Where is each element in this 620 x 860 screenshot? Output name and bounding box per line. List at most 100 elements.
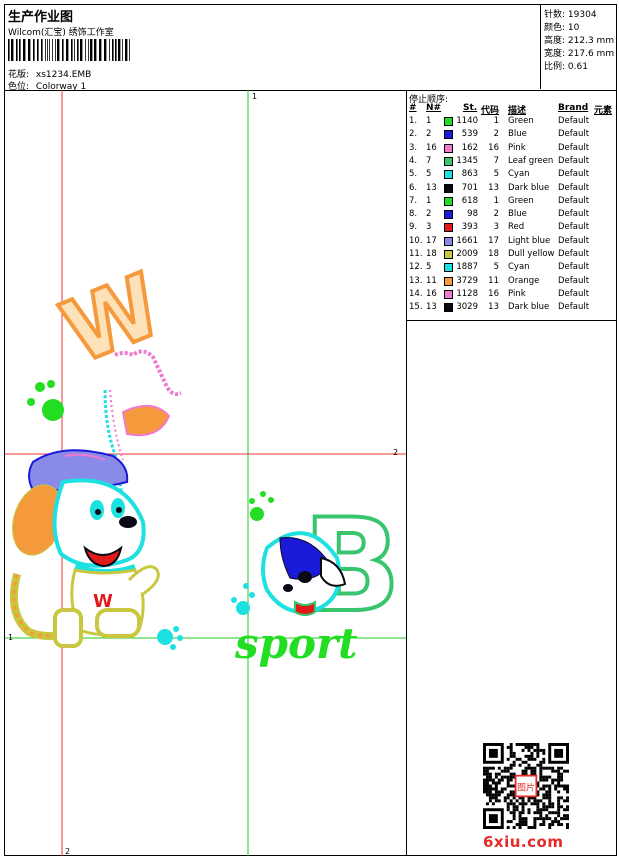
row-stitches: 863 bbox=[461, 169, 478, 180]
sheet-title: 生产作业图 bbox=[8, 10, 74, 25]
row-needle: 2 bbox=[426, 209, 432, 220]
row-needle: 16 bbox=[426, 288, 437, 299]
color-swatch bbox=[444, 210, 453, 220]
row-description: Green bbox=[508, 116, 534, 126]
sport-script: sport bbox=[234, 619, 358, 668]
puppy-nose bbox=[283, 584, 293, 592]
row-needle: 7 bbox=[426, 155, 432, 166]
color-swatch bbox=[444, 223, 453, 233]
row-index: 10. bbox=[409, 235, 423, 246]
color-swatch bbox=[444, 303, 453, 313]
row-code: 13 bbox=[488, 182, 499, 193]
row-stitches: 1661 bbox=[456, 235, 478, 246]
row-code: 18 bbox=[488, 249, 499, 259]
row-stitches: 1140 bbox=[456, 116, 478, 126]
row-stitches: 1887 bbox=[456, 262, 478, 273]
color-swatch bbox=[444, 143, 453, 153]
row-code: 5 bbox=[493, 169, 499, 180]
paw-pad bbox=[250, 507, 264, 521]
paw-dot bbox=[173, 626, 179, 632]
row-index: 15. bbox=[409, 302, 423, 313]
design-stats: 针数: 19304 颜色: 10 高度: 212.3 mm 宽度: 217.6 … bbox=[540, 5, 617, 89]
dog-leg bbox=[53, 608, 83, 648]
paw-dot bbox=[268, 497, 274, 503]
row-index: 2. bbox=[409, 129, 418, 140]
barcode-icon bbox=[8, 39, 130, 61]
row-description: Green bbox=[508, 195, 534, 206]
qr-code-icon: 图片 bbox=[483, 743, 569, 829]
kite-string-pink bbox=[109, 389, 124, 461]
row-brand: Default bbox=[558, 275, 590, 286]
sequence-row: 7. 1 618 1 Green Default bbox=[407, 195, 617, 208]
sequence-row: 3. 16 162 16 Pink Default bbox=[407, 142, 617, 155]
axis-label: 2 bbox=[393, 448, 399, 457]
row-index: 14. bbox=[409, 288, 423, 299]
paw-pad bbox=[236, 601, 250, 615]
paw-dot bbox=[170, 644, 176, 650]
watermark-logo: 6xiu.com bbox=[483, 833, 564, 851]
axis-label: 2 bbox=[65, 847, 71, 856]
row-description: Blue bbox=[508, 209, 527, 220]
row-code: 3 bbox=[493, 222, 499, 233]
row-code: 1 bbox=[493, 116, 499, 126]
row-description: Dark blue bbox=[508, 182, 550, 193]
color-swatch bbox=[444, 289, 453, 299]
paw-dot bbox=[177, 635, 183, 641]
row-brand: Default bbox=[558, 302, 590, 313]
row-stitches: 3029 bbox=[456, 302, 478, 313]
stat-scale: 比例: 0.61 bbox=[544, 62, 588, 72]
paw-pad bbox=[42, 399, 64, 421]
row-description: Cyan bbox=[508, 169, 530, 180]
sequence-row: 9. 3 393 3 Red Default bbox=[407, 221, 617, 234]
row-needle: 13 bbox=[426, 182, 437, 193]
row-code: 2 bbox=[493, 129, 499, 140]
row-brand: Default bbox=[558, 155, 590, 166]
color-swatch bbox=[444, 250, 453, 259]
row-stitches: 1345 bbox=[456, 155, 478, 166]
row-code: 16 bbox=[488, 142, 499, 153]
sequence-row: 4. 7 1345 7 Leaf green Default bbox=[407, 155, 617, 168]
row-index: 6. bbox=[409, 182, 418, 193]
sequence-row: 15. 13 3029 13 Dark blue Default bbox=[407, 301, 617, 314]
sequence-row: 8. 2 98 2 Blue Default bbox=[407, 208, 617, 221]
row-brand: Default bbox=[558, 288, 590, 299]
sequence-row: 5. 5 863 5 Cyan Default bbox=[407, 168, 617, 181]
row-description: Dark blue bbox=[508, 302, 550, 313]
row-needle: 1 bbox=[426, 116, 432, 126]
paw-dot bbox=[27, 398, 35, 406]
row-brand: Default bbox=[558, 129, 590, 140]
row-index: 7. bbox=[409, 195, 418, 206]
company-name: Wilcom(汇宝) 绣饰工作室 bbox=[8, 28, 114, 38]
row-stitches: 162 bbox=[461, 142, 478, 153]
kite-shape bbox=[121, 405, 171, 437]
color-swatch bbox=[444, 170, 453, 180]
row-stitches: 539 bbox=[461, 129, 478, 140]
row-code: 7 bbox=[493, 155, 499, 166]
color-swatch bbox=[444, 196, 453, 206]
paw-dot bbox=[231, 597, 237, 603]
row-stitches: 618 bbox=[461, 195, 478, 206]
row-stitches: 393 bbox=[461, 222, 478, 233]
paw-dot bbox=[249, 592, 255, 598]
row-stitches: 1128 bbox=[456, 288, 478, 299]
row-needle: 5 bbox=[426, 262, 432, 273]
paw-dot bbox=[47, 380, 55, 388]
dog-foot bbox=[95, 608, 141, 638]
row-description: Blue bbox=[508, 129, 527, 140]
sequence-row: 1. 1 1140 1 Green Default bbox=[407, 115, 617, 128]
row-needle: 3 bbox=[426, 222, 432, 233]
production-sheet: 生产作业图 Wilcom(汇宝) 绣饰工作室 花版: xs1234.EMB 色位… bbox=[4, 4, 617, 856]
row-code: 11 bbox=[488, 275, 499, 286]
color-swatch bbox=[444, 236, 453, 246]
color-swatch bbox=[444, 117, 453, 126]
stat-width: 宽度: 217.6 mm bbox=[544, 49, 615, 59]
stop-sequence-panel: 停止顺序: # N# St. 代码 描述 Brand 元素 1. 1 1140 1 Gr… bbox=[407, 90, 617, 321]
puppy-eye bbox=[298, 571, 312, 583]
row-stitches: 701 bbox=[461, 182, 478, 193]
sequence-row: 11. 18 2009 18 Dull yellow Default bbox=[407, 248, 617, 261]
row-index: 11. bbox=[409, 249, 423, 259]
row-code: 17 bbox=[488, 235, 499, 246]
paw-dot bbox=[260, 491, 266, 497]
row-code: 1 bbox=[493, 195, 499, 206]
row-stitches: 3729 bbox=[456, 275, 478, 286]
